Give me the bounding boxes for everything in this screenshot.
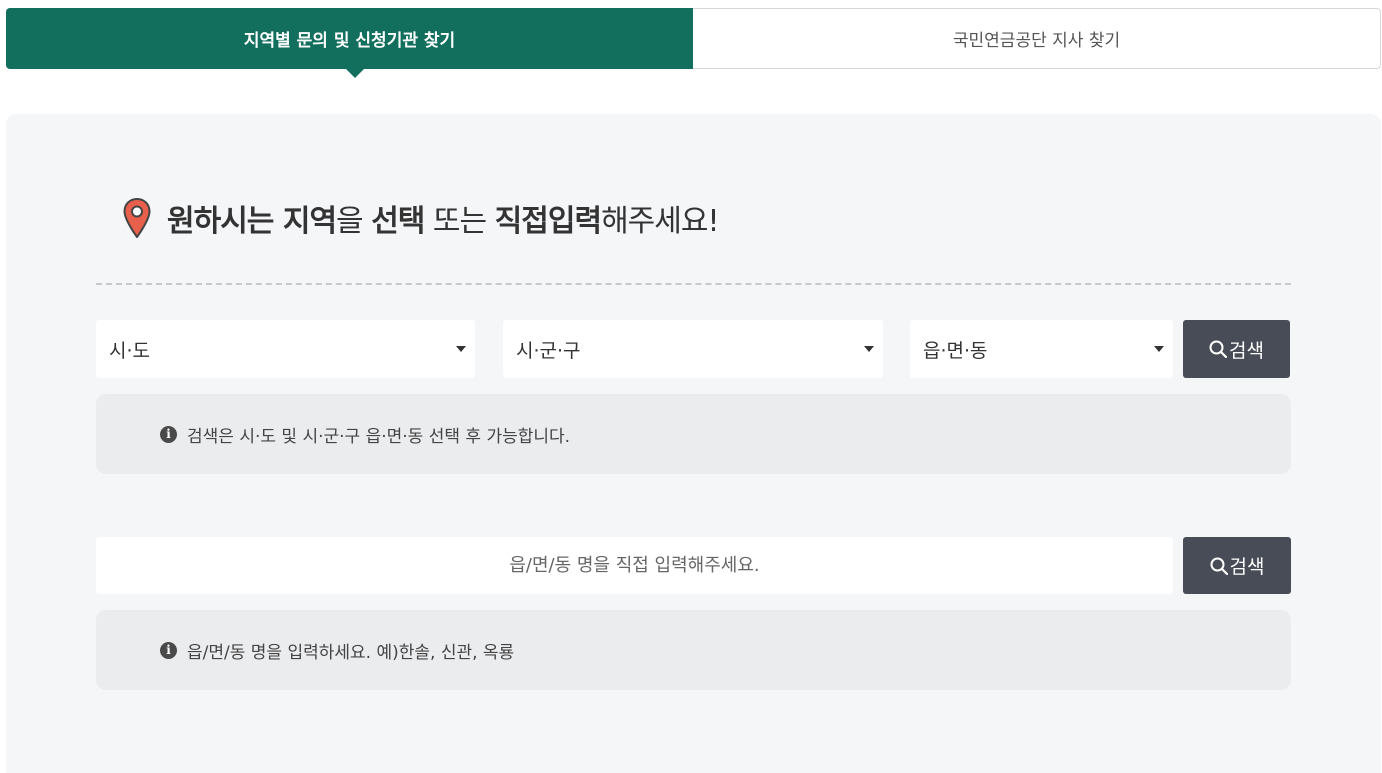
heading-bold-region: 원하시는 지역 bbox=[167, 204, 337, 239]
tab-label: 지역별 문의 및 신청기관 찾기 bbox=[243, 31, 456, 51]
region-name-input[interactable] bbox=[96, 537, 1173, 594]
tab-regional-inquiry[interactable]: 지역별 문의 및 신청기관 찾기 bbox=[6, 8, 693, 78]
info-icon: i bbox=[160, 425, 177, 443]
search-button-label: 검색 bbox=[1229, 556, 1265, 578]
select-value: 시·군·구 bbox=[516, 339, 581, 362]
heading-bold-select: 선택 bbox=[371, 204, 425, 239]
select-value: 시·도 bbox=[109, 339, 150, 362]
input-info-box: i 읍/면/동 명을 입력하세요. 예)한솔, 신관, 옥룡 bbox=[96, 610, 1291, 690]
heading-bold-direct-input: 직접입력 bbox=[494, 204, 602, 239]
heading-text: 원하시는 지역을 선택 또는 직접입력해주세요! bbox=[167, 196, 720, 240]
heading-text-part: 해주세요! bbox=[601, 204, 719, 239]
heading-text-part: 또는 bbox=[424, 204, 495, 239]
tab-bar: 지역별 문의 및 신청기관 찾기 국민연금공단 지사 찾기 bbox=[6, 8, 1381, 78]
search-icon bbox=[1210, 557, 1228, 575]
select-info-box: i 검색은 시·도 및 시·군·구 읍·면·동 선택 후 가능합니다. bbox=[96, 394, 1291, 474]
search-panel: 원하시는 지역을 선택 또는 직접입력해주세요! 시·도 시·군·구 읍·면·동… bbox=[6, 114, 1381, 773]
caret-down-icon bbox=[1154, 346, 1164, 352]
sido-select[interactable]: 시·도 bbox=[96, 320, 475, 378]
select-info-text: 검색은 시·도 및 시·군·구 읍·면·동 선택 후 가능합니다. bbox=[187, 426, 571, 447]
caret-down-icon bbox=[864, 346, 874, 352]
divider bbox=[96, 283, 1291, 285]
eupmyeondong-select[interactable]: 읍·면·동 bbox=[910, 320, 1173, 378]
tab-label: 국민연금공단 지사 찾기 bbox=[952, 31, 1121, 51]
tab-branch-search[interactable]: 국민연금공단 지사 찾기 bbox=[693, 8, 1381, 69]
search-icon bbox=[1209, 340, 1228, 358]
select-value: 읍·면·동 bbox=[923, 339, 988, 362]
map-pin-icon bbox=[123, 198, 151, 238]
info-icon: i bbox=[160, 641, 177, 659]
search-button-select[interactable]: 검색 bbox=[1183, 320, 1290, 378]
heading-text-part: 을 bbox=[336, 204, 372, 239]
search-button-input[interactable]: 검색 bbox=[1183, 537, 1291, 594]
caret-down-icon bbox=[456, 346, 466, 352]
input-info-text: 읍/면/동 명을 입력하세요. 예)한솔, 신관, 옥룡 bbox=[187, 642, 515, 663]
page-heading: 원하시는 지역을 선택 또는 직접입력해주세요! bbox=[123, 196, 720, 240]
sigungu-select[interactable]: 시·군·구 bbox=[503, 320, 883, 378]
tab-active-pointer bbox=[346, 69, 364, 78]
search-button-label: 검색 bbox=[1229, 339, 1264, 362]
